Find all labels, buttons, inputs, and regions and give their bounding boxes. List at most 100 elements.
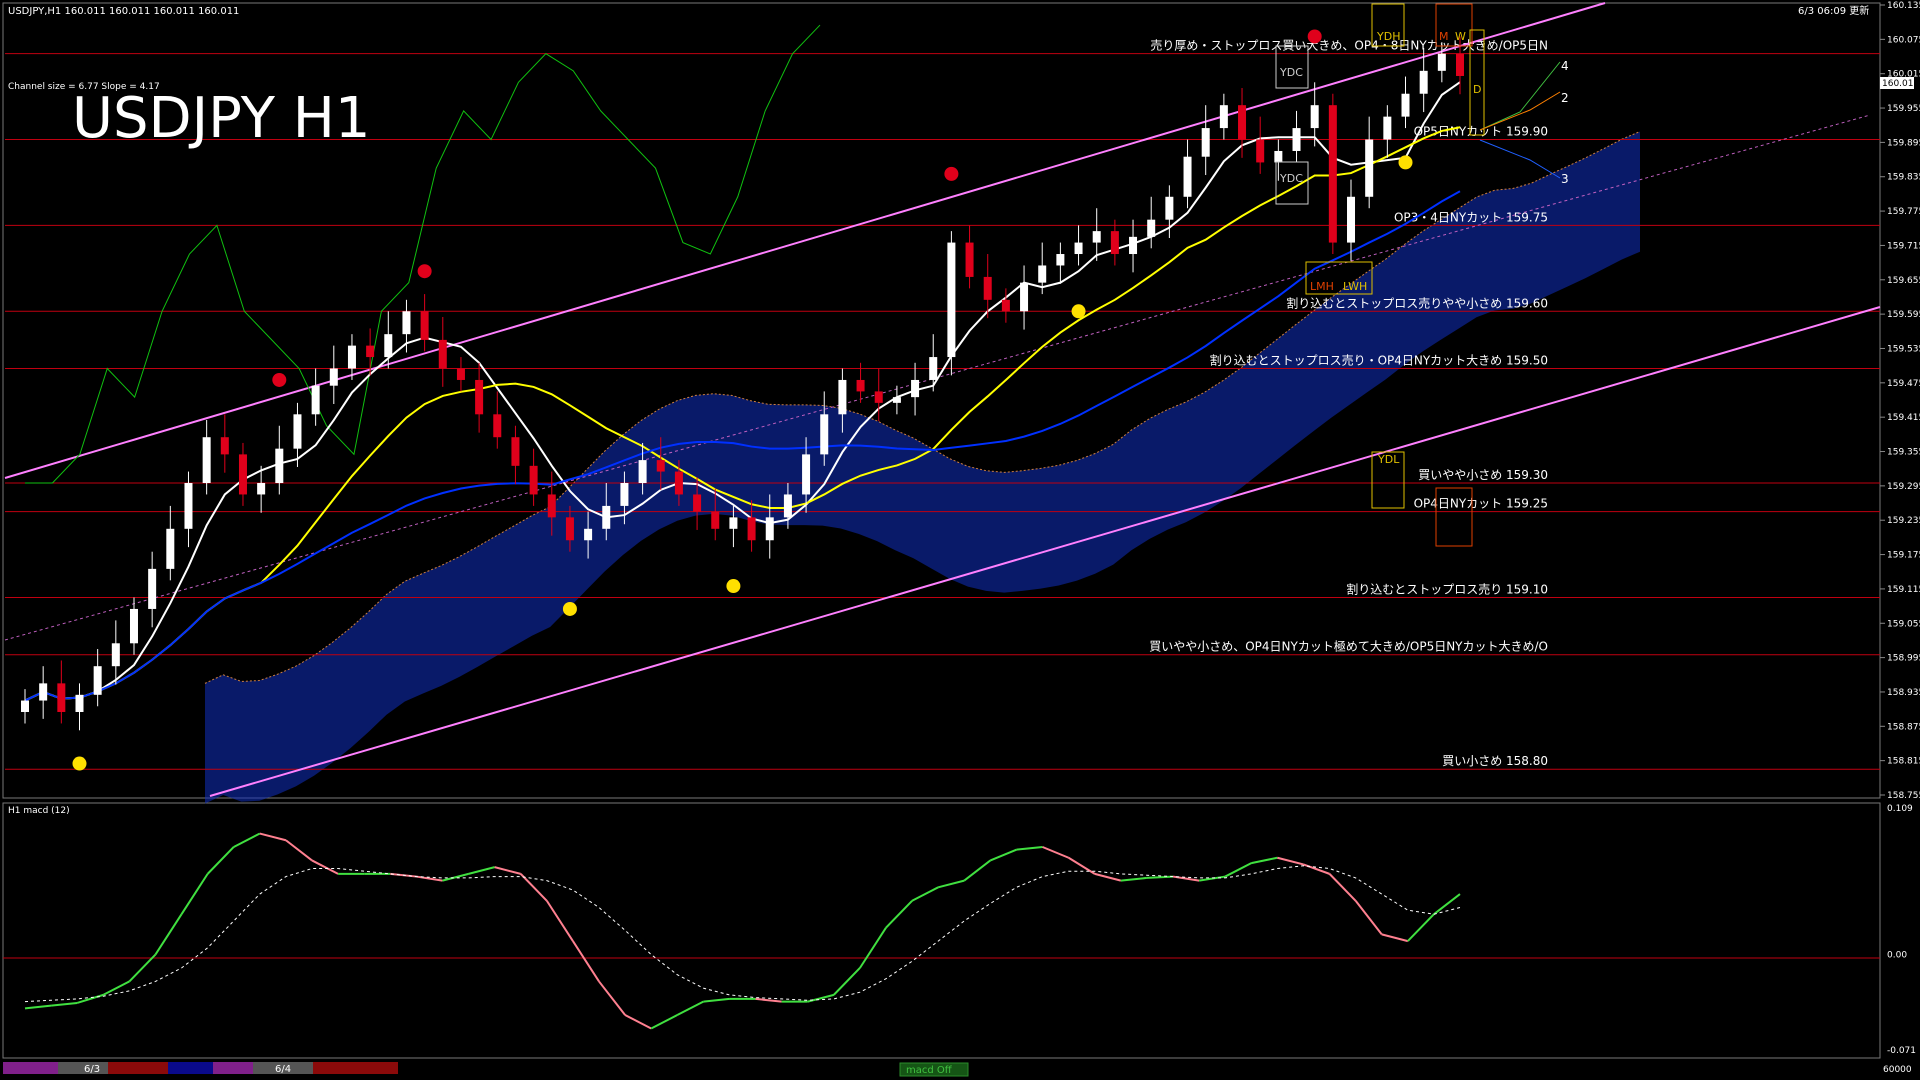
macd-segment [624, 1014, 652, 1030]
candle-body [1165, 196, 1174, 220]
projection-label-2: 2 [1561, 91, 1569, 105]
price-tick-label: 159.475 [1887, 379, 1920, 389]
candle-body [1383, 116, 1392, 140]
candle-body [729, 517, 738, 529]
timeline-label-6-4: 6/4 [275, 1064, 291, 1075]
price-tick-label: 159.175 [1887, 551, 1920, 561]
macd-segment [1277, 856, 1304, 866]
candle-body [1129, 236, 1138, 255]
price-tick-label: 158.815 [1887, 757, 1920, 767]
macd-segment [598, 980, 626, 1016]
candle-body [584, 528, 593, 541]
candle-body [293, 414, 302, 449]
ydh-label: YDH [1376, 30, 1400, 43]
candle-body [1401, 93, 1410, 117]
macd-segment [755, 997, 782, 1003]
candle-body [620, 483, 629, 506]
candle-body [1437, 53, 1446, 71]
candle-body [693, 494, 702, 512]
price-tick-label: 159.055 [1887, 619, 1920, 629]
w-label: W [1455, 30, 1466, 43]
macd-off-label: macd Off [906, 1065, 953, 1076]
candle-body [1274, 150, 1283, 163]
current-price-tag: 160.011 [1880, 77, 1919, 89]
macd-tick-label: 0.109 [1887, 804, 1913, 814]
level-label: 買い小さめ 158.80 [1442, 754, 1548, 768]
candle-body [311, 385, 320, 415]
candle-body [802, 454, 811, 495]
candle-body [329, 368, 338, 386]
big-title: USDJPY H1 [72, 86, 370, 151]
fractal-low-marker [562, 601, 577, 616]
candle-body [21, 700, 29, 712]
macd-panel-frame [2, 802, 1881, 1059]
candle-body [874, 391, 883, 403]
macd-segment [833, 967, 861, 996]
price-tick-label: 159.295 [1887, 482, 1920, 492]
candle-body [347, 345, 356, 369]
macd-segment [1016, 845, 1043, 851]
macd-segment [1407, 913, 1435, 942]
price-tick-label: 159.775 [1887, 207, 1920, 217]
price-tick-label: 159.415 [1887, 413, 1920, 423]
macd-axis: 0.109 0.00 -0.071 [1887, 804, 1916, 1056]
macd-segment [1042, 846, 1070, 859]
candle-body [1038, 265, 1047, 283]
price-tick-label: 158.755 [1887, 791, 1920, 801]
macd-segment [703, 997, 730, 1003]
candle-body [511, 437, 520, 466]
candle-body [75, 694, 84, 712]
candle-body [911, 379, 920, 398]
candle-body [166, 528, 175, 569]
candle-body [1456, 53, 1464, 76]
macd-segment [1094, 872, 1122, 882]
candle-body [929, 357, 938, 380]
candle-body [947, 242, 956, 358]
macd-segment [494, 866, 521, 875]
candle-body [1183, 156, 1192, 197]
candle-body [1310, 105, 1319, 129]
candle-body [1256, 139, 1265, 163]
candle-body [711, 511, 720, 529]
candle-body [747, 517, 756, 541]
volume-label: 60000 [1883, 1065, 1912, 1075]
candle-body [983, 276, 992, 300]
level-label: 買いやや小さめ 159.30 [1418, 468, 1548, 482]
macd-segment [233, 832, 261, 848]
fractal-high-marker [1307, 29, 1322, 44]
candle-body [547, 494, 556, 518]
candle-body [765, 517, 774, 541]
macd-tick-label: 0.00 [1887, 951, 1907, 961]
price-tick-label: 158.875 [1887, 722, 1920, 732]
candle-body [493, 414, 502, 438]
level-label: OP4日NYカット 159.25 [1414, 497, 1548, 511]
candle-body [1238, 105, 1247, 140]
candle-body [1147, 219, 1156, 237]
level-label: 買いやや小さめ、OP4日NYカット極めて大きめ/OP5日NYカット大きめ/O [1149, 639, 1548, 654]
candle-body [1219, 105, 1228, 129]
candle-body [129, 608, 138, 644]
price-tick-label: 159.115 [1887, 585, 1920, 595]
ydc-label-top: YDC [1279, 66, 1303, 79]
candle-body [220, 437, 229, 455]
macd-segment [859, 927, 887, 969]
symbol-info: USDJPY,H1 160.011 160.011 160.011 160.01… [8, 6, 239, 17]
candle-body [1110, 231, 1119, 255]
candle-body [1074, 242, 1083, 255]
level-label: 割り込むとストップロス売り 159.10 [1346, 582, 1548, 597]
candle-body [783, 494, 792, 518]
macd-segment [545, 900, 574, 942]
update-time: 6/3 06:09 更新 [1798, 4, 1869, 17]
candle-body [1201, 128, 1210, 157]
chart-window: 売り厚め・ストップロス買い大きめ、OP4・8日NYカット大きめ/OP5日N OP5… [2, 1, 1920, 1077]
candle-body [184, 483, 193, 529]
price-tick-label: 160.075 [1887, 35, 1920, 45]
level-label: 割り込むとストップロス売り・OP4日NYカット大きめ 159.50 [1210, 353, 1548, 368]
macd-segment [1328, 873, 1357, 902]
macd-segment [1224, 862, 1252, 878]
candle-body [402, 311, 411, 335]
macd-segment [911, 886, 939, 902]
macd-segment [206, 846, 235, 875]
fractal-low-marker [726, 579, 741, 594]
candle-body [656, 460, 665, 472]
